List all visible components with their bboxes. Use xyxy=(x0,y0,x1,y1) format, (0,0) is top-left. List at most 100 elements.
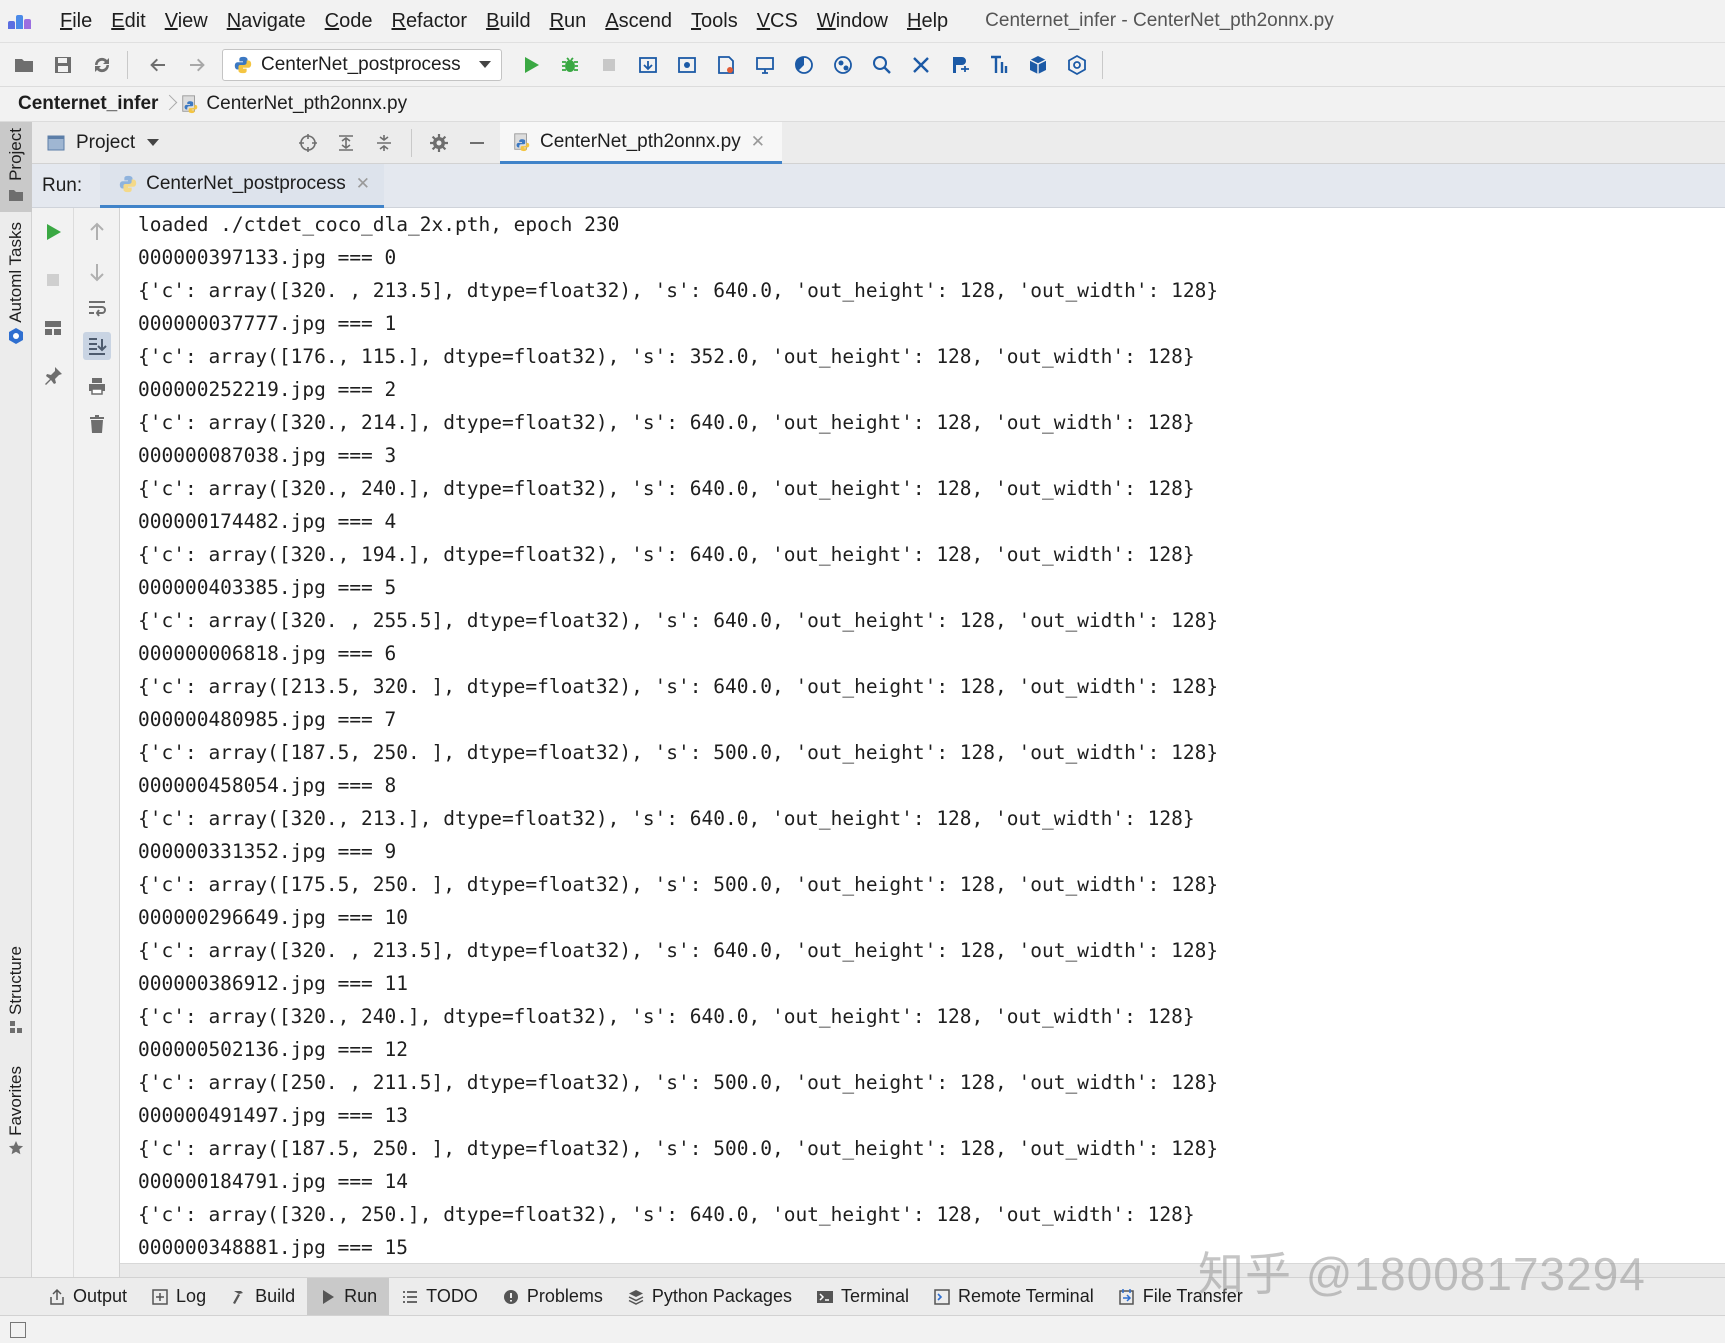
breadcrumb-project[interactable]: Centernet_infer xyxy=(18,93,158,115)
remote-terminal-icon xyxy=(933,1288,951,1306)
console-line: {'c': array([175.5, 250. ], dtype=float3… xyxy=(138,873,1219,896)
file-transfer-icon xyxy=(1118,1288,1136,1306)
bottom-tab-python-packages[interactable]: Python Packages xyxy=(615,1278,804,1316)
run-tab-label: CenterNet_postprocess xyxy=(146,173,346,194)
console-line: 000000386912.jpg === 11 xyxy=(138,972,409,995)
ascend-config-icon[interactable] xyxy=(711,50,741,80)
terminal-icon xyxy=(816,1288,834,1306)
bottom-tab-problems[interactable]: Problems xyxy=(490,1278,615,1316)
console-line: 000000480985.jpg === 7 xyxy=(138,708,397,731)
sync-icon[interactable] xyxy=(87,50,117,80)
print-icon[interactable] xyxy=(83,372,111,400)
trash-icon[interactable] xyxy=(83,410,111,438)
bottom-tab-run[interactable]: Run xyxy=(307,1277,390,1316)
run-tab[interactable]: CenterNet_postprocess ✕ xyxy=(100,163,384,208)
structure-icon xyxy=(10,1020,22,1033)
ascend-model-icon[interactable] xyxy=(672,50,702,80)
tool-tab-structure-label: Structure xyxy=(6,946,25,1015)
python-icon xyxy=(234,56,252,73)
save-all-icon[interactable] xyxy=(48,50,78,80)
run-icon[interactable] xyxy=(516,50,546,80)
console-line: 000000184791.jpg === 14 xyxy=(138,1170,409,1193)
menu-code[interactable]: Code xyxy=(325,10,373,33)
run-console-output[interactable]: loaded ./ctdet_coco_dla_2x.pth, epoch 23… xyxy=(120,208,1725,1277)
console-line: {'c': array([187.5, 250. ], dtype=float3… xyxy=(138,1137,1219,1160)
export-icon xyxy=(48,1288,66,1306)
menu-refactor[interactable]: Refactor xyxy=(391,10,467,33)
bottom-tab-output[interactable]: Output xyxy=(36,1278,139,1316)
close-icon[interactable]: ✕ xyxy=(356,174,370,194)
toolbar-separator xyxy=(127,50,128,79)
tool-tab-structure[interactable]: Structure xyxy=(0,942,32,1042)
console-line: 000000296649.jpg === 10 xyxy=(138,906,409,929)
tool-tab-automl[interactable]: Automl Tasks xyxy=(0,218,32,348)
toggle-tool-windows-icon[interactable] xyxy=(10,1322,26,1338)
layout-icon[interactable] xyxy=(39,314,67,342)
chevron-down-icon[interactable] xyxy=(147,139,160,146)
tool-tab-project[interactable]: Project xyxy=(0,122,32,212)
menu-tools[interactable]: Tools xyxy=(691,10,738,33)
bottom-tab-remote-terminal[interactable]: Remote Terminal xyxy=(921,1278,1106,1316)
forward-arrow-icon[interactable] xyxy=(182,50,212,80)
watermark: 知乎 @18008173294 xyxy=(1198,1248,1646,1300)
ascend-search-icon[interactable] xyxy=(867,50,897,80)
menu-view[interactable]: View xyxy=(165,10,208,33)
arrow-down-icon[interactable] xyxy=(83,258,111,286)
pin-icon[interactable] xyxy=(39,362,67,390)
close-icon[interactable]: ✕ xyxy=(751,132,765,152)
ascend-package-icon[interactable] xyxy=(1023,50,1053,80)
bottom-tab-todo[interactable]: TODO xyxy=(389,1278,490,1316)
bottom-tab-build[interactable]: Build xyxy=(218,1278,307,1316)
ascend-deploy-icon[interactable] xyxy=(750,50,780,80)
debug-icon[interactable] xyxy=(555,50,585,80)
editor-tab-file[interactable]: CenterNet_pth2onnx.py ✕ xyxy=(500,122,782,164)
chevron-down-icon xyxy=(479,61,491,68)
ascend-analyzer-icon[interactable] xyxy=(828,50,858,80)
menu-navigate[interactable]: Navigate xyxy=(227,10,306,33)
menu-build[interactable]: Build xyxy=(486,10,530,33)
console-line: {'c': array([176., 115.], dtype=float32)… xyxy=(138,345,1195,368)
bottom-tab-output-label: Output xyxy=(73,1286,128,1306)
bottom-tab-terminal-label: Terminal xyxy=(840,1286,909,1306)
menu-file[interactable]: File xyxy=(60,10,92,33)
menu-window[interactable]: Window xyxy=(817,10,888,33)
console-line: 000000502136.jpg === 12 xyxy=(138,1038,409,1061)
stop-icon[interactable] xyxy=(39,266,67,294)
ascend-param-icon[interactable] xyxy=(945,50,975,80)
breadcrumb-file[interactable]: CenterNet_pth2onnx.py xyxy=(206,93,407,115)
menu-edit[interactable]: Edit xyxy=(111,10,145,33)
bottom-tab-terminal[interactable]: Terminal xyxy=(804,1278,921,1316)
rerun-icon[interactable] xyxy=(39,218,67,246)
menu-ascend[interactable]: Ascend xyxy=(605,10,672,33)
ascend-upload-icon[interactable] xyxy=(633,50,663,80)
arrow-up-icon[interactable] xyxy=(83,218,111,246)
gear-icon[interactable] xyxy=(428,132,450,154)
back-arrow-icon[interactable] xyxy=(143,50,173,80)
run-configuration-select[interactable]: CenterNet_postprocess xyxy=(222,48,502,81)
soft-wrap-icon[interactable] xyxy=(83,294,111,322)
stop-icon[interactable] xyxy=(594,50,624,80)
ascend-settings-icon[interactable] xyxy=(1062,50,1092,80)
locate-icon[interactable] xyxy=(297,132,319,154)
project-panel-title[interactable]: Project xyxy=(76,132,135,154)
menu-bar: File Edit View Navigate Code Refactor Bu… xyxy=(0,0,1725,42)
menu-run[interactable]: Run xyxy=(550,10,587,33)
minimize-icon[interactable] xyxy=(466,132,488,154)
app-logo-icon xyxy=(8,13,34,29)
run-panel-header: Run: CenterNet_postprocess ✕ xyxy=(32,163,1725,208)
open-folder-icon[interactable] xyxy=(9,50,39,80)
console-line: loaded ./ctdet_coco_dla_2x.pth, epoch 23… xyxy=(138,213,620,236)
expand-all-icon[interactable] xyxy=(335,132,357,154)
scroll-to-end-icon[interactable] xyxy=(83,332,111,360)
ascend-convert-icon[interactable] xyxy=(906,50,936,80)
tool-tab-favorites[interactable]: Favorites xyxy=(0,1062,32,1162)
menu-help[interactable]: Help xyxy=(907,10,948,33)
ascend-tensor-icon[interactable] xyxy=(984,50,1014,80)
collapse-all-icon[interactable] xyxy=(373,132,395,154)
project-panel-header: Project xyxy=(32,122,500,164)
bottom-tab-log[interactable]: Log xyxy=(139,1278,218,1316)
left-tool-strip: Project Automl Tasks Structure Favorites xyxy=(0,122,32,1277)
console-line: 000000087038.jpg === 3 xyxy=(138,444,397,467)
ascend-profiler-icon[interactable] xyxy=(789,50,819,80)
menu-vcs[interactable]: VCS xyxy=(757,10,798,33)
